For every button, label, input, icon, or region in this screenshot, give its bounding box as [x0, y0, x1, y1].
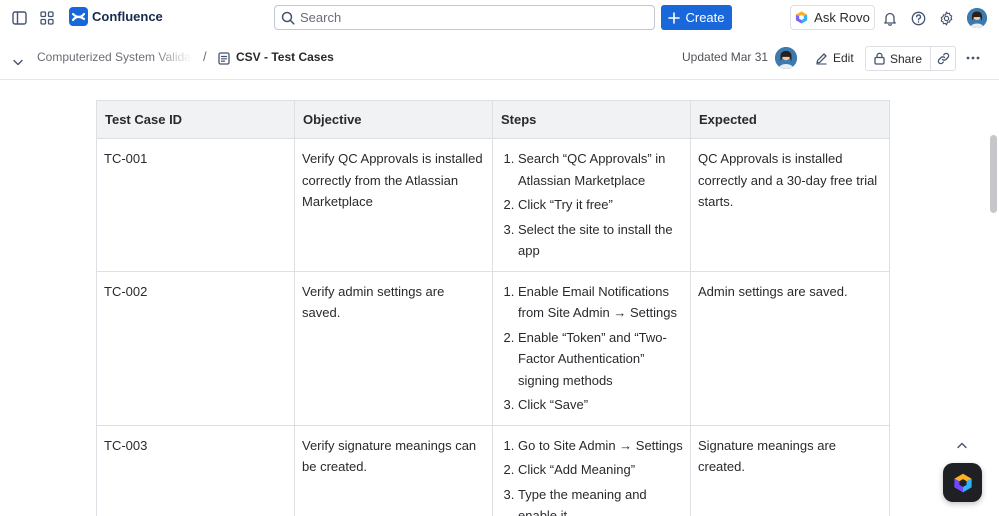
step-item: Enable “Token” and “Two-Factor Authentic…	[518, 327, 683, 392]
objective-cell: Verify QC Approvals is installed correct…	[294, 138, 493, 272]
chevron-down-icon[interactable]	[13, 53, 23, 71]
link-icon	[937, 52, 949, 65]
step-item: Click “Try it free”	[518, 194, 683, 216]
breadcrumb-separator: /	[203, 49, 207, 64]
step-item: Go to Site Admin → Settings	[518, 435, 683, 457]
rovo-icon	[796, 11, 808, 24]
create-button[interactable]: Create	[661, 5, 732, 30]
test-cases-table: Test Case ID Objective Steps Expected TC…	[96, 100, 890, 516]
steps-cell: Enable Email Notifications from Site Adm…	[492, 270, 691, 426]
steps-list: Go to Site Admin → Settings Click “Add M…	[500, 435, 683, 516]
steps-list: Enable Email Notifications from Site Adm…	[500, 281, 683, 416]
test-case-id-cell: TC-002	[96, 270, 295, 426]
share-label: Share	[889, 51, 923, 66]
expected-cell: Signature meanings are created.	[690, 424, 890, 516]
table-row: TC-001 Verify QC Approvals is installed …	[96, 138, 890, 272]
edit-label: Edit	[833, 51, 854, 65]
more-options-icon[interactable]	[963, 48, 983, 68]
search-icon	[281, 11, 295, 30]
test-case-id-cell: TC-003	[96, 424, 295, 516]
table-row: TC-002 Verify admin settings are saved. …	[96, 270, 890, 426]
search-box[interactable]	[274, 5, 655, 30]
column-header-expected: Expected	[690, 100, 890, 139]
step-item: Click “Save”	[518, 394, 683, 416]
share-button[interactable]: Share	[865, 46, 931, 71]
step-item: Search “QC Approvals” in Atlassian Marke…	[518, 148, 683, 191]
rovo-icon	[953, 473, 972, 492]
plus-icon	[668, 11, 681, 24]
copy-link-button[interactable]	[931, 46, 956, 71]
ask-rovo-label: Ask Rovo	[814, 10, 870, 25]
lock-icon	[874, 52, 885, 65]
step-item: Type the meaning and enable it	[518, 484, 683, 516]
create-label: Create	[685, 10, 725, 25]
expected-cell: Admin settings are saved.	[690, 270, 890, 426]
settings-gear-icon[interactable]	[936, 8, 956, 28]
expected-cell: QC Approvals is installed correctly and …	[690, 138, 890, 272]
column-header-objective: Objective	[294, 100, 493, 139]
sidebar-toggle-icon[interactable]	[9, 8, 29, 28]
step-item: Select the site to install the app	[518, 219, 683, 262]
updated-timestamp: Updated Mar 31	[682, 50, 769, 64]
step-item: Enable Email Notifications from Site Adm…	[518, 281, 683, 324]
edit-button[interactable]: Edit	[812, 46, 858, 70]
author-avatar[interactable]	[775, 47, 797, 69]
ask-rovo-button[interactable]: Ask Rovo	[790, 5, 875, 30]
confluence-logo-icon[interactable]	[69, 7, 88, 26]
scrollbar-thumb[interactable]	[990, 135, 997, 213]
app-switcher-icon[interactable]	[37, 8, 57, 28]
objective-cell: Verify admin settings are saved.	[294, 270, 493, 426]
breadcrumb-current-page[interactable]: CSV - Test Cases	[236, 50, 334, 64]
page-icon	[218, 52, 230, 70]
step-item: Click “Add Meaning”	[518, 459, 683, 481]
chevron-up-icon[interactable]	[953, 436, 971, 454]
pencil-icon	[816, 52, 827, 65]
steps-cell: Go to Site Admin → Settings Click “Add M…	[492, 424, 691, 516]
rovo-chat-button[interactable]	[943, 463, 982, 502]
objective-cell: Verify signature meanings can be created…	[294, 424, 493, 516]
notifications-bell-icon[interactable]	[880, 8, 900, 28]
help-icon[interactable]	[908, 8, 928, 28]
app-name[interactable]: Confluence	[92, 9, 163, 24]
table-row: TC-003 Verify signature meanings can be …	[96, 424, 890, 516]
column-header-steps: Steps	[492, 100, 691, 139]
search-input[interactable]	[300, 9, 640, 26]
breadcrumb-parent[interactable]: Computerized System Validation	[37, 50, 192, 64]
page-header: Computerized System Validation / CSV - T…	[0, 36, 999, 80]
user-avatar[interactable]	[967, 8, 987, 28]
column-header-test-case-id: Test Case ID	[96, 100, 295, 139]
top-navigation: Confluence Create Ask Rovo	[0, 0, 999, 36]
steps-list: Search “QC Approvals” in Atlassian Marke…	[500, 148, 683, 262]
test-case-id-cell: TC-001	[96, 138, 295, 272]
table-header-row: Test Case ID Objective Steps Expected	[96, 100, 890, 139]
steps-cell: Search “QC Approvals” in Atlassian Marke…	[492, 138, 691, 272]
